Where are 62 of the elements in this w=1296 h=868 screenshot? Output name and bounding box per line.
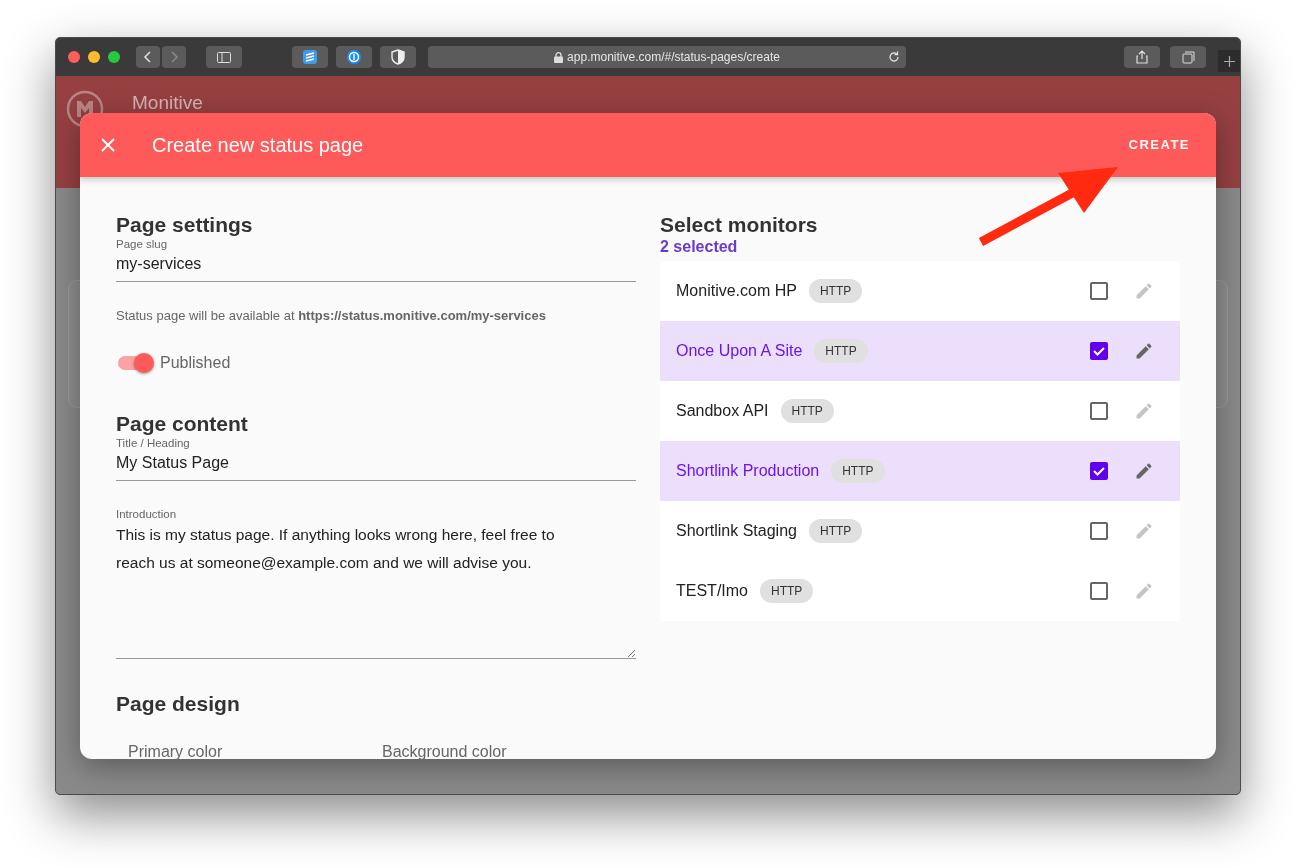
sidebar-button[interactable] [206,46,242,68]
monitor-name: TEST/Imo [676,581,748,601]
checkbox[interactable] [1090,462,1108,480]
published-toggle[interactable] [118,355,152,370]
type-tag: HTTP [808,519,863,543]
monitor-name: Monitive.com HP [676,281,797,301]
tabs-icon [1181,50,1195,64]
checkbox[interactable] [1090,402,1108,420]
address-bar[interactable]: app.monitive.com/#/status-pages/create [428,46,906,68]
reload-icon[interactable] [888,51,900,63]
color-field-label: Background color [382,741,508,759]
minimize-icon[interactable] [88,51,100,63]
selected-count: 2 selected [660,237,739,257]
section-heading: Page settings [116,213,254,237]
section-heading: Page design [116,691,241,716]
toggle-label: Published [160,352,231,373]
title-field[interactable]: Title / Heading My Status Page [116,435,636,481]
type-tag: HTTP [831,459,885,483]
type-tag: HTTP [814,339,868,363]
sidebar-icon [217,51,231,63]
monitor-name: Once Upon A Site [676,341,803,361]
slug-field[interactable]: Page slug my-services [116,237,636,282]
pencil-icon[interactable] [1134,341,1154,361]
checkbox[interactable] [1090,342,1108,360]
check-icon [1092,464,1106,478]
checkbox[interactable] [1090,522,1108,540]
checkbox[interactable] [1090,582,1108,600]
url-text: app.monitive.com/#/status-pages/create [567,49,780,66]
monitor-name: Shortlink Staging [676,521,797,541]
monitor-name: Sandbox API [676,401,769,421]
chevron-right-icon [169,51,179,63]
resize-handle-icon[interactable] [627,648,635,657]
chevron-left-icon [143,51,153,63]
lock-icon [554,51,564,63]
type-tag: HTTP [760,579,814,603]
shield-icon[interactable] [380,46,416,68]
layers-icon[interactable] [292,46,328,68]
back-button[interactable] [136,46,160,68]
maximize-icon[interactable] [108,51,120,63]
close-icon[interactable] [68,51,80,63]
dialog-title: Create new status page [152,133,364,158]
tabs-button[interactable] [1170,46,1206,68]
new-tab-button[interactable] [1218,50,1240,72]
close-icon[interactable] [100,137,116,153]
monitor-row[interactable]: Shortlink Production HTTP [660,441,1180,501]
check-icon [1092,344,1106,358]
section-heading: Page content [116,411,249,436]
plus-icon [1223,55,1235,67]
share-button[interactable] [1124,46,1160,68]
password-icon[interactable] [336,46,372,68]
monitor-name: Shortlink Production [676,461,820,481]
share-icon [1136,50,1148,64]
url-note: Status page will be available at https://status.monitive.com/my-services [116,307,547,325]
section-heading: Select monitors [660,213,819,237]
monitor-row[interactable]: Once Upon A Site HTTP [660,321,1180,381]
introduction-field[interactable]: Introduction This is my status page. If anything looks wrong here, feel free to reach us at someone@example.com and we will advise you. [116,506,636,659]
color-field-label: Primary color [128,741,224,759]
pencil-icon[interactable] [1134,461,1154,481]
type-tag: HTTP [780,399,834,423]
checkbox[interactable] [1090,282,1108,300]
app-brand: Monitive [132,92,203,114]
type-tag: HTTP [808,279,863,303]
